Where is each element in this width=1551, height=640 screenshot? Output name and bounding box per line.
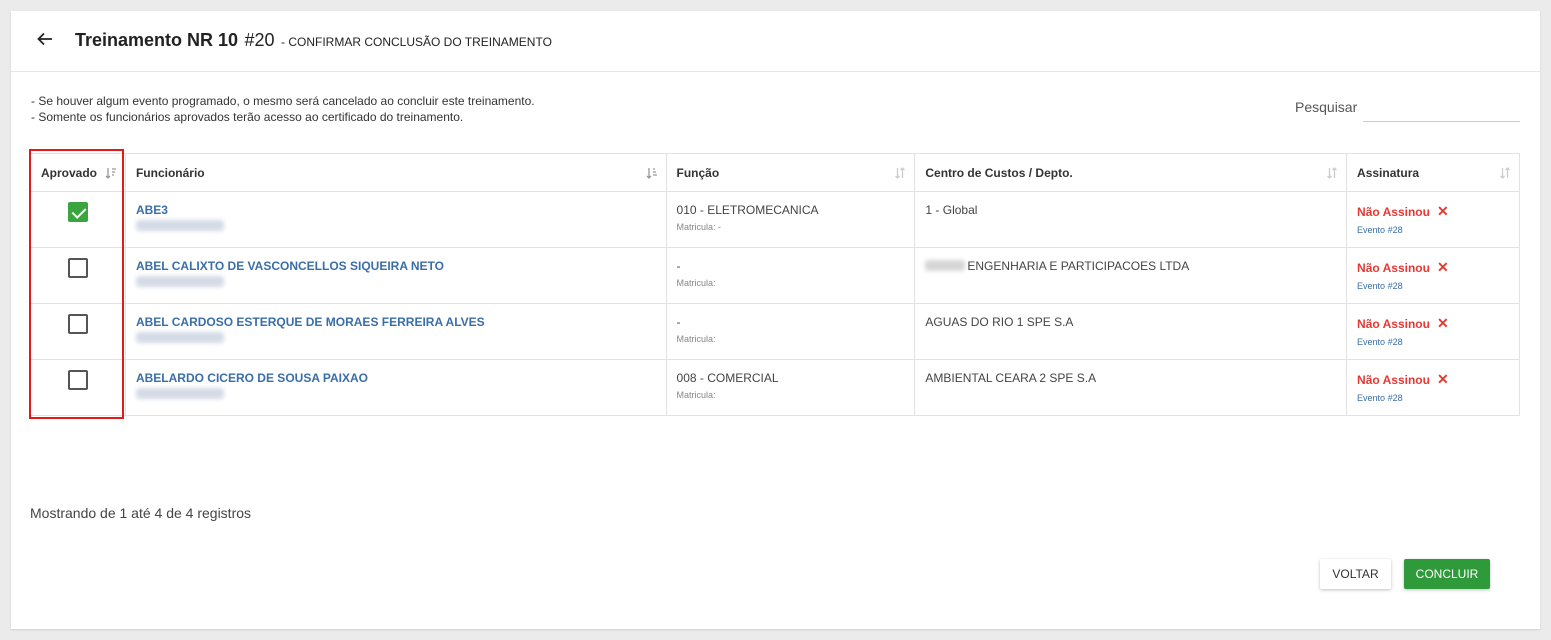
column-header-cost-center[interactable]: Centro de Custos / Depto. [914, 153, 1348, 192]
page-header: Treinamento NR 10 #20 - CONFIRMAR CONCLU… [11, 11, 1540, 72]
table-header-row: Aprovado Funcionário Função Centro de Cu… [30, 153, 1520, 192]
column-header-approved[interactable]: Aprovado [30, 153, 126, 192]
event-link[interactable]: Evento #28 [1357, 393, 1509, 403]
employee-cell: ABELARDO CICERO DE SOUSA PAIXAO [124, 359, 667, 416]
column-label: Aprovado [41, 165, 98, 180]
cost-center-text: ENGENHARIA E PARTICIPACOES LTDA [967, 259, 1190, 273]
table-row: ABELARDO CICERO DE SOUSA PAIXAO 008 - CO… [30, 359, 1520, 416]
training-card: Treinamento NR 10 #20 - CONFIRMAR CONCLU… [11, 11, 1540, 629]
redacted-company-prefix [925, 260, 966, 271]
column-label: Função [676, 165, 720, 180]
signature-status-text: Não Assinou [1357, 316, 1430, 331]
close-icon[interactable]: ✕ [1437, 203, 1449, 220]
registration-text: Matricula: [676, 278, 716, 288]
signature-status: Não Assinou ✕ [1357, 371, 1449, 388]
cost-center-text: AMBIENTAL CEARA 2 SPE S.A [925, 371, 1097, 385]
approved-cell [30, 247, 126, 304]
approved-cell [30, 191, 126, 248]
employee-cell: ABE3 [124, 191, 667, 248]
event-link[interactable]: Evento #28 [1357, 225, 1509, 235]
training-number: #20 [244, 30, 275, 50]
cost-center-text: 1 - Global [925, 203, 978, 217]
employee-name-link[interactable]: ABEL CARDOSO ESTERQUE DE MORAES FERREIRA… [136, 315, 656, 329]
employee-name-link[interactable]: ABELARDO CICERO DE SOUSA PAIXAO [136, 371, 656, 385]
table-row: ABEL CARDOSO ESTERQUE DE MORAES FERREIRA… [30, 303, 1520, 360]
conclude-button[interactable]: CONCLUIR [1404, 559, 1490, 589]
signature-status: Não Assinou ✕ [1357, 203, 1449, 220]
sort-desc-icon[interactable] [105, 167, 117, 179]
function-text: - [676, 259, 681, 273]
employees-table: Aprovado Funcionário Função Centro de Cu… [30, 153, 1520, 416]
event-link[interactable]: Evento #28 [1357, 337, 1509, 347]
sort-icon[interactable] [894, 167, 906, 179]
records-info: Mostrando de 1 até 4 de 4 registros [30, 505, 252, 521]
function-text: 008 - COMERCIAL [676, 371, 779, 385]
signature-cell: Não Assinou ✕ Evento #28 [1346, 303, 1520, 360]
approved-cell [30, 359, 126, 416]
employee-cell: ABEL CARDOSO ESTERQUE DE MORAES FERREIRA… [124, 303, 667, 360]
info-notes: - Se houver algum evento programado, o m… [31, 93, 535, 125]
signature-cell: Não Assinou ✕ Evento #28 [1346, 191, 1520, 248]
cost-center-cell: AMBIENTAL CEARA 2 SPE S.A [914, 359, 1348, 416]
note-line: - Se houver algum evento programado, o m… [31, 94, 535, 108]
employee-name-link[interactable]: ABEL CALIXTO DE VASCONCELLOS SIQUEIRA NE… [136, 259, 656, 273]
column-header-signature[interactable]: Assinatura [1346, 153, 1520, 192]
sort-asc-icon[interactable] [646, 167, 658, 179]
column-label: Assinatura [1357, 165, 1420, 180]
column-label: Centro de Custos / Depto. [925, 165, 1073, 180]
close-icon[interactable]: ✕ [1437, 371, 1449, 388]
training-title: Treinamento NR 10 [75, 30, 239, 50]
note-line: - Somente os funcionários aprovados terã… [31, 110, 464, 124]
function-cell: 010 - ELETROMECANICA Matricula: - [665, 191, 916, 248]
registration-text: Matricula: - [676, 222, 722, 232]
cost-center-cell: AGUAS DO RIO 1 SPE S.A [914, 303, 1348, 360]
signature-cell: Não Assinou ✕ Evento #28 [1346, 247, 1520, 304]
column-label: Funcionário [135, 165, 205, 180]
cost-center-cell: 1 - Global [914, 191, 1348, 248]
function-text: - [676, 315, 681, 329]
signature-status-text: Não Assinou [1357, 204, 1430, 219]
signature-cell: Não Assinou ✕ Evento #28 [1346, 359, 1520, 416]
sort-icon[interactable] [1499, 167, 1511, 179]
table-row: ABEL CALIXTO DE VASCONCELLOS SIQUEIRA NE… [30, 247, 1520, 304]
approved-checkbox[interactable] [67, 258, 88, 278]
signature-status-text: Não Assinou [1357, 372, 1430, 387]
registration-text: Matricula: [676, 390, 716, 400]
employee-name-link[interactable]: ABE3 [136, 203, 656, 217]
page-subtitle: - CONFIRMAR CONCLUSÃO DO TREINAMENTO [281, 35, 552, 49]
close-icon[interactable]: ✕ [1437, 259, 1449, 276]
back-button[interactable]: VOLTAR [1320, 559, 1391, 589]
signature-status: Não Assinou ✕ [1357, 315, 1449, 332]
approved-checkbox[interactable] [67, 202, 88, 222]
search-label: Pesquisar [1295, 99, 1358, 115]
redacted-document [135, 220, 224, 231]
function-text: 010 - ELETROMECANICA [676, 203, 819, 217]
approved-cell [30, 303, 126, 360]
function-cell: - Matricula: [665, 247, 916, 304]
column-header-function[interactable]: Função [665, 153, 916, 192]
event-link[interactable]: Evento #28 [1357, 281, 1509, 291]
signature-status-text: Não Assinou [1357, 260, 1430, 275]
page-title: Treinamento NR 10 #20 - CONFIRMAR CONCLU… [75, 30, 552, 51]
cost-center-text: AGUAS DO RIO 1 SPE S.A [925, 315, 1074, 329]
employee-cell: ABEL CALIXTO DE VASCONCELLOS SIQUEIRA NE… [124, 247, 667, 304]
sort-icon[interactable] [1326, 167, 1338, 179]
redacted-document [135, 388, 224, 399]
close-icon[interactable]: ✕ [1437, 315, 1449, 332]
cost-center-cell: ENGENHARIA E PARTICIPACOES LTDA [914, 247, 1348, 304]
search-input[interactable] [1363, 91, 1520, 122]
signature-status: Não Assinou ✕ [1357, 259, 1449, 276]
back-arrow-icon[interactable] [36, 30, 54, 48]
table-row: ABE3 010 - ELETROMECANICA Matricula: - 1… [30, 191, 1520, 248]
redacted-document [135, 276, 224, 287]
registration-text: Matricula: [676, 334, 716, 344]
function-cell: - Matricula: [665, 303, 916, 360]
column-header-employee[interactable]: Funcionário [124, 153, 667, 192]
redacted-document [135, 332, 224, 343]
approved-checkbox[interactable] [67, 370, 88, 390]
function-cell: 008 - COMERCIAL Matricula: [665, 359, 916, 416]
approved-checkbox[interactable] [67, 314, 88, 334]
